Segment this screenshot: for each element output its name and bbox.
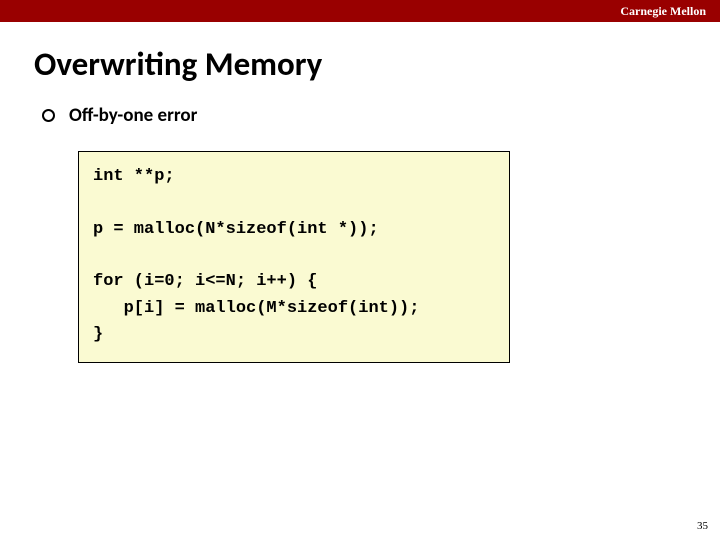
bullet-text: Off-by-one error [69, 104, 197, 127]
header-bar: Carnegie Mellon [0, 0, 720, 22]
slide-title: Overwriting Memory [34, 44, 686, 84]
institution-label: Carnegie Mellon [620, 4, 706, 19]
circle-bullet-icon [42, 109, 55, 122]
slide-content: Overwriting Memory Off-by-one error int … [0, 22, 720, 363]
code-block: int **p; p = malloc(N*sizeof(int *)); fo… [78, 151, 510, 363]
page-number: 35 [697, 520, 708, 532]
bullet-item: Off-by-one error [42, 104, 686, 127]
